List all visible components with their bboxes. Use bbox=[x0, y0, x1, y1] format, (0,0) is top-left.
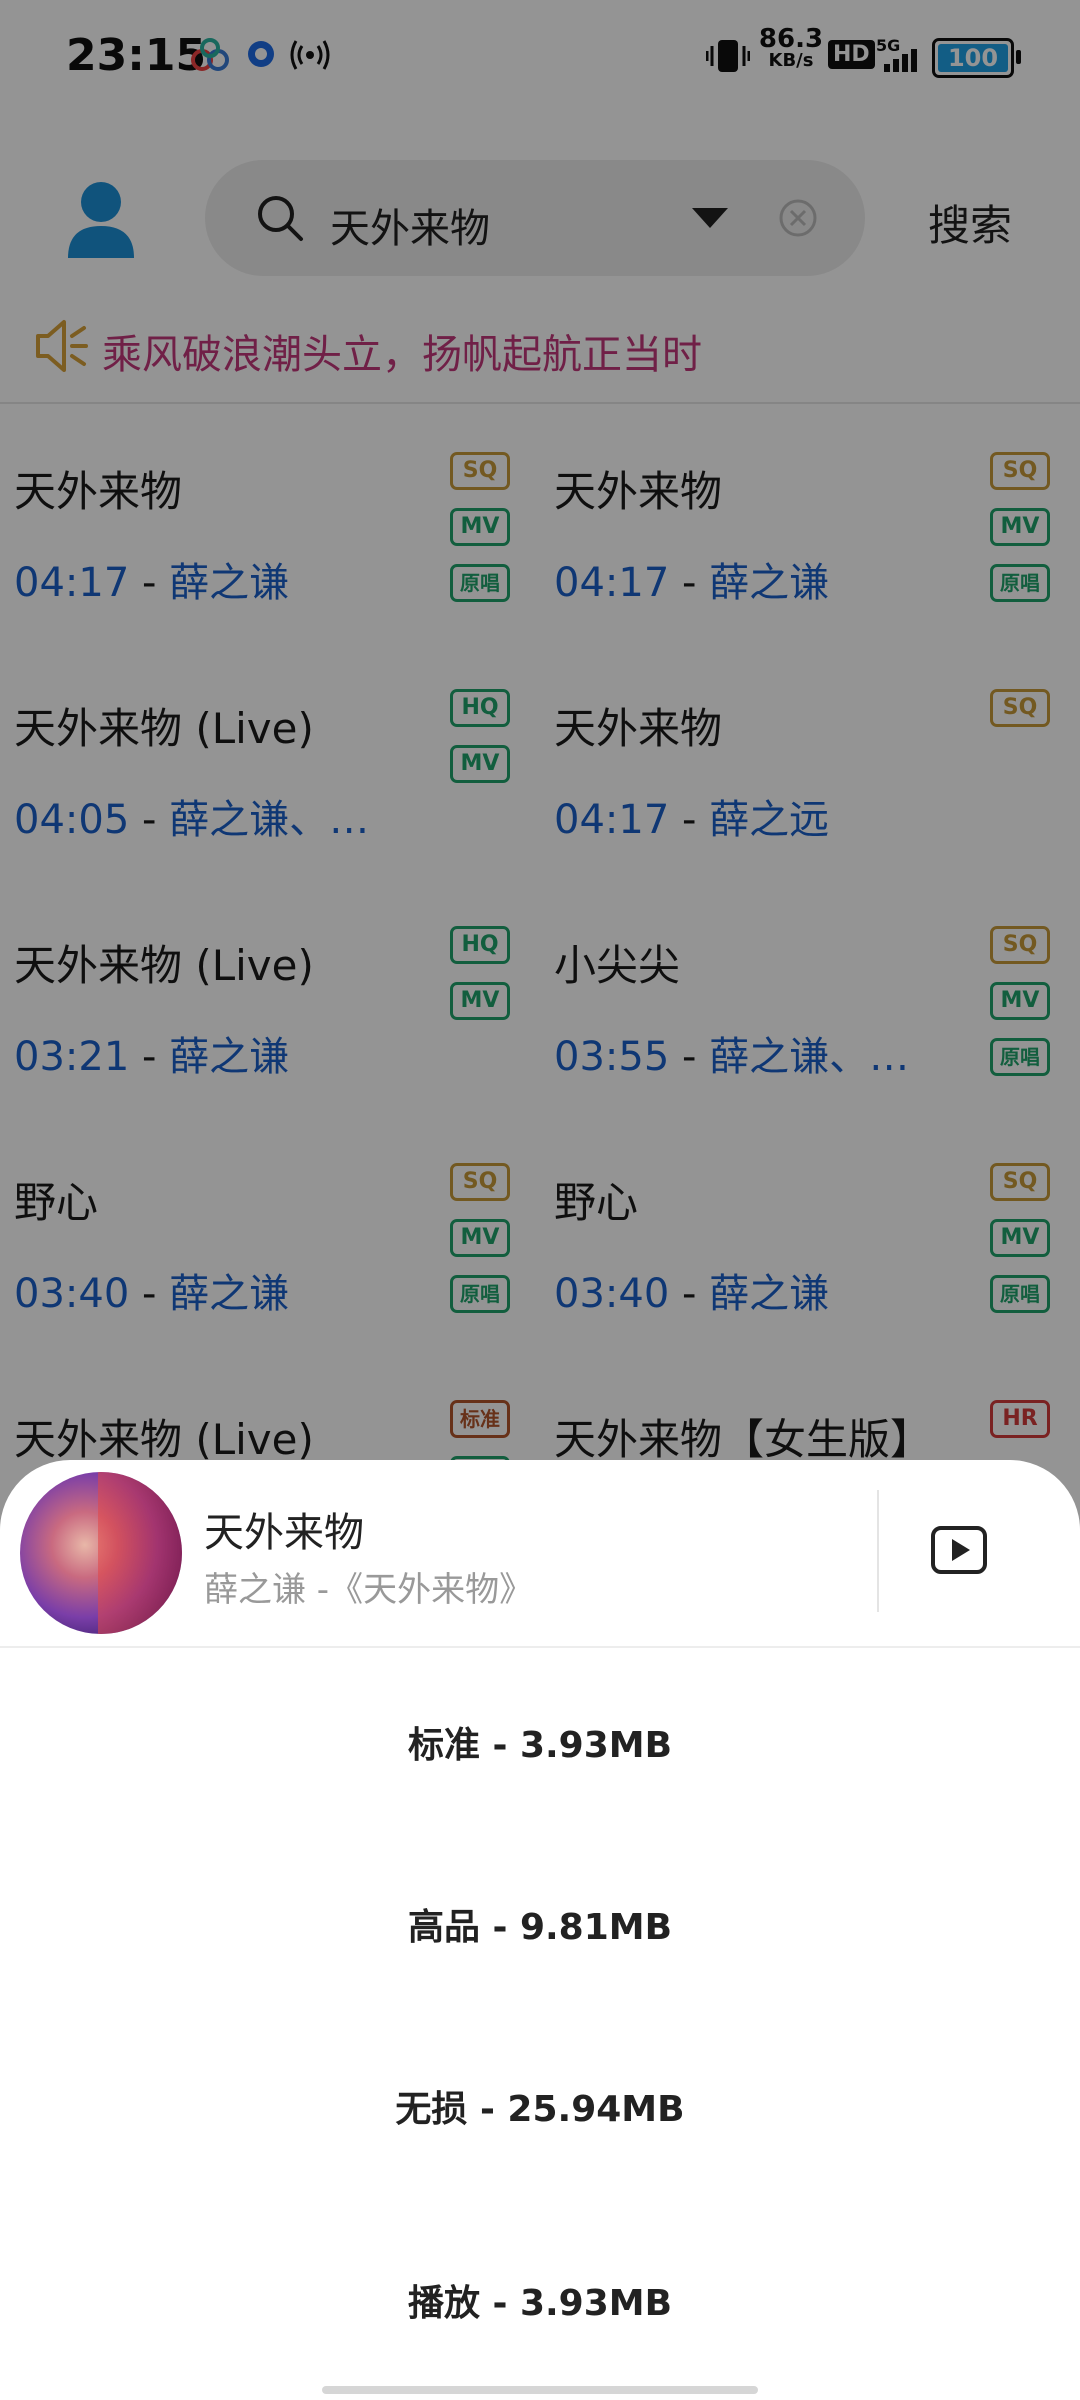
sheet-song-title: 天外来物 bbox=[204, 1510, 364, 1556]
option-play[interactable]: 播放 - 3.93MB bbox=[0, 2274, 1080, 2326]
sheet-song-subtitle: 薛之谦 -《天外来物》 bbox=[204, 1570, 534, 1610]
option-lossless[interactable]: 无损 - 25.94MB bbox=[0, 2080, 1080, 2132]
option-high-quality[interactable]: 高品 - 9.81MB bbox=[0, 1898, 1080, 1950]
divider bbox=[877, 1490, 879, 1612]
album-cover bbox=[20, 1472, 182, 1634]
video-play-icon[interactable] bbox=[930, 1525, 988, 1575]
app-screen: 23:15 86.3 KB/s HD 5G 100 天外来物 搜索 乘风破浪潮头… bbox=[0, 0, 1080, 2400]
divider bbox=[0, 1646, 1080, 1648]
home-indicator[interactable] bbox=[322, 2386, 758, 2394]
download-sheet: 天外来物 薛之谦 -《天外来物》 标准 - 3.93MB 高品 - 9.81MB… bbox=[0, 1460, 1080, 2400]
option-standard[interactable]: 标准 - 3.93MB bbox=[0, 1716, 1080, 1768]
